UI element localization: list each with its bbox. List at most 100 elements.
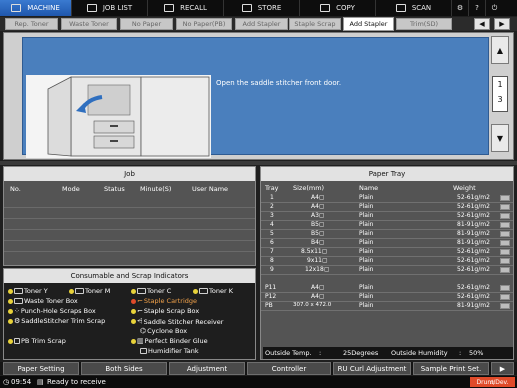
subtab-add-stapler-1[interactable]: Add Stapler: [235, 18, 288, 30]
page-navigator: ▲ 1 3 ▼: [491, 36, 509, 156]
job-row[interactable]: [4, 241, 255, 252]
tray-col-weight: Weight: [453, 184, 476, 192]
outside-temp-value: 25Degrees: [343, 349, 379, 357]
outside-humidity-label: Outside Humidity: [391, 349, 448, 357]
subtab-add-stapler-active[interactable]: Add Stapler: [343, 17, 394, 31]
tray-row[interactable]: 8 9x11▢ Plain 52-61g/m2: [261, 257, 513, 266]
job-panel-title: Job: [4, 167, 255, 181]
saddle-trim-indicator: ⚙ SaddleStitcher Trim Scrap: [8, 317, 105, 325]
subtab-no-paper[interactable]: No Paper: [120, 18, 173, 30]
humidifier-indicator: Humidifier Tank: [140, 347, 199, 355]
help-button[interactable]: ?: [469, 0, 486, 16]
tray-row[interactable]: 1 A4▢ Plain 52-61g/m2: [261, 194, 513, 203]
status-bar: ◷ 09:54 ▤ Ready to receive ⚠ Drum/Dev.: [0, 376, 517, 388]
subtab-staple-scrap[interactable]: Staple Scrap: [289, 18, 341, 30]
job-col-minute: Minute(S): [140, 185, 172, 193]
toner-m-indicator: Toner M: [69, 287, 110, 295]
controller-button[interactable]: Controller: [247, 362, 331, 375]
both-sides-button[interactable]: Both Sides: [81, 362, 167, 375]
arrow-right-icon: ▶: [499, 20, 505, 28]
tab-store[interactable]: STORE: [224, 0, 300, 16]
recall-icon: [164, 4, 175, 12]
receiver-icon: ⩤: [137, 317, 143, 325]
page-up-button[interactable]: ▲: [491, 36, 509, 64]
toner-icon: [199, 288, 208, 294]
job-row[interactable]: [4, 230, 255, 241]
arrow-up-icon: ▲: [496, 45, 504, 55]
toner-icon: [137, 288, 146, 294]
more-button[interactable]: ▶: [491, 362, 514, 375]
glue-icon: ▥: [137, 337, 144, 345]
status-dot-icon: [8, 318, 13, 324]
guidance-message: Open the saddle stitcher front door.: [216, 79, 342, 87]
bottom-button-bar: Paper Setting Both Sides Adjustment Cont…: [0, 362, 517, 375]
punch-icon: ⁘: [14, 307, 20, 315]
cyclone-icon: ⌬: [140, 327, 147, 335]
tray-row[interactable]: P12 A4▢ Plain 52-61g/m2: [261, 293, 513, 302]
job-row[interactable]: [4, 197, 255, 208]
status-dot-icon: [193, 288, 198, 294]
section-divider: [0, 161, 517, 165]
saddle-stitcher-illustration: [26, 75, 211, 158]
job-list-icon: [86, 4, 97, 12]
ru-curl-adjustment-button[interactable]: RU Curl Adjustment: [333, 362, 411, 375]
subtab-no-paper-pb[interactable]: No Paper(PB): [176, 18, 232, 30]
tray-row[interactable]: 3 A3▢ Plain 52-61g/m2: [261, 212, 513, 221]
page-down-button[interactable]: ▼: [491, 124, 509, 152]
job-list[interactable]: [4, 197, 255, 265]
job-row[interactable]: [4, 208, 255, 219]
subtab-prev-button[interactable]: ◀: [474, 18, 490, 30]
arrow-left-icon: ◀: [479, 20, 485, 28]
job-row[interactable]: [4, 219, 255, 230]
power-button[interactable]: ⏻: [486, 0, 503, 16]
tab-scan[interactable]: SCAN: [376, 0, 452, 16]
punch-hole-indicator: ⁘ Punch-Hole Scraps Box: [8, 307, 96, 315]
pb-trim-icon: [14, 338, 20, 344]
consumables-title: Consumable and Scrap Indicators: [4, 269, 255, 283]
staple-scrap-indicator: ⌐ Staple Scrap Box: [131, 307, 199, 315]
scan-icon: [395, 4, 406, 12]
top-tab-bar: MACHINE JOB LIST RECALL STORE COPY SCAN …: [0, 0, 517, 16]
arrow-right-icon: ▶: [499, 364, 506, 373]
job-col-no: No.: [10, 185, 21, 193]
tray-row[interactable]: P11 A4▢ Plain 52-61g/m2: [261, 284, 513, 293]
tray-row[interactable]: 7 8.5x11▢ Plain 52-61g/m2: [261, 248, 513, 257]
job-col-status: Status: [104, 185, 125, 193]
subtab-waste-toner[interactable]: Waste Toner: [61, 18, 117, 30]
subtab-trim-sd[interactable]: Trim(SD): [396, 18, 452, 30]
saddle-receiver-indicator: ⩤ Saddle Stitcher Receiver: [131, 317, 223, 326]
subtab-rep-toner[interactable]: Rep. Toner: [5, 18, 58, 30]
paper-tray-header: Tray Size(mm) Name Weight: [261, 184, 513, 194]
drum-dev-alert[interactable]: ⚠ Drum/Dev.: [470, 377, 515, 387]
tray-row[interactable]: 9 12x18▢ Plain 52-61g/m2: [261, 266, 513, 275]
tab-job-list[interactable]: JOB LIST: [72, 0, 148, 16]
status-dot-icon: [8, 288, 13, 294]
tray-row[interactable]: 6 B4▢ Plain 81-91g/m2: [261, 239, 513, 248]
tray-col-tray: Tray: [265, 184, 279, 192]
toner-c-indicator: Toner C: [131, 287, 171, 295]
paper-setting-button[interactable]: Paper Setting: [3, 362, 79, 375]
settings-button[interactable]: ⚙: [452, 0, 469, 16]
outside-temp-label: Outside Temp.: [265, 349, 312, 357]
tab-recall[interactable]: RECALL: [148, 0, 224, 16]
status-time: 09:54: [11, 378, 32, 386]
tray-row[interactable]: PB 307.0 x 472.0 Plain 81-91g/m2: [261, 302, 513, 311]
tab-copy[interactable]: COPY: [300, 0, 376, 16]
tray-row[interactable]: 5 B5▢ Plain 81-91g/m2: [261, 230, 513, 239]
subtab-next-button[interactable]: ▶: [494, 18, 510, 30]
page-indicator: 1 3: [492, 76, 508, 112]
status-dot-icon: [131, 338, 136, 344]
tray-row[interactable]: 2 A4▢ Plain 52-61g/m2: [261, 203, 513, 212]
status-dot-icon: [131, 288, 136, 294]
tray-row[interactable]: 4 B5▢ Plain 81-91g/m2: [261, 221, 513, 230]
status-dot-icon: [69, 288, 74, 294]
tab-machine[interactable]: MACHINE: [0, 0, 72, 16]
status-dot-icon: [131, 308, 136, 314]
tray-col-size: Size(mm): [293, 184, 325, 192]
sub-tab-bar: Rep. Toner Waste Toner No Paper No Paper…: [0, 17, 517, 31]
job-col-mode: Mode: [62, 185, 80, 193]
sample-print-set-button[interactable]: Sample Print Set.: [413, 362, 489, 375]
adjustment-button[interactable]: Adjustment: [169, 362, 245, 375]
printer-icon: ▤: [37, 378, 44, 386]
tray-level-icon: [500, 258, 510, 264]
